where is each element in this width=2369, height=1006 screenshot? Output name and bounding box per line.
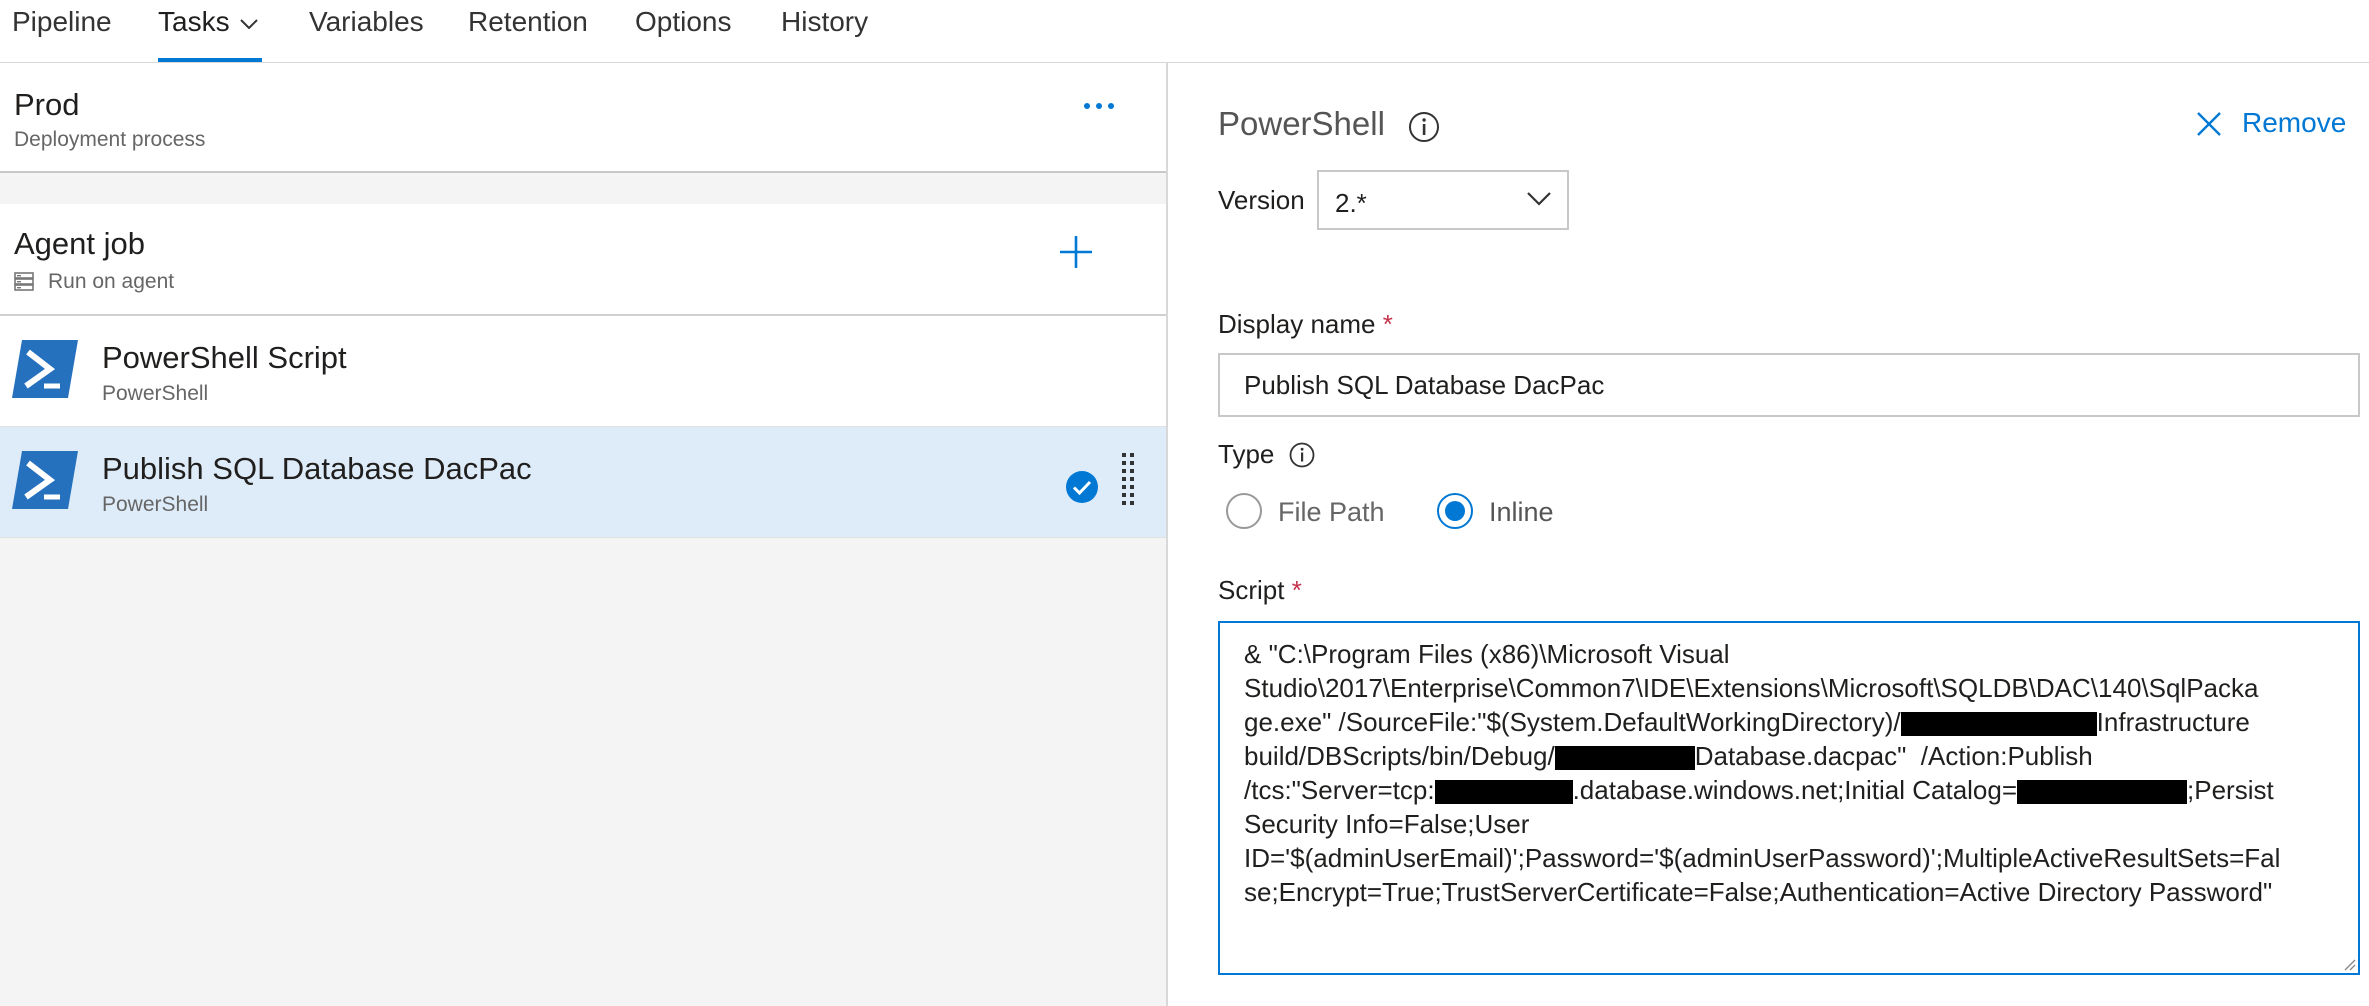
script-line: Security Info=False;User bbox=[1244, 809, 1530, 839]
chevron-down-icon bbox=[1527, 192, 1551, 206]
script-line: build/DBScripts/bin/Debug/ bbox=[1244, 741, 1555, 771]
tab-label: History bbox=[781, 6, 869, 37]
more-actions-icon[interactable] bbox=[1082, 91, 1116, 121]
script-line: Infrastructure bbox=[2096, 707, 2250, 737]
add-task-icon[interactable] bbox=[1058, 234, 1094, 270]
task-title: PowerShell Script bbox=[102, 340, 347, 375]
powershell-icon bbox=[12, 451, 78, 509]
remove-label: Remove bbox=[2242, 107, 2347, 138]
resize-handle-icon[interactable] bbox=[2342, 957, 2356, 971]
script-line: ge.exe" /SourceFile:"$(System.DefaultWor… bbox=[1244, 707, 1901, 737]
version-select[interactable]: 2.* bbox=[1317, 170, 1569, 230]
tab-label: Variables bbox=[309, 6, 424, 37]
server-icon bbox=[14, 272, 34, 291]
checkmark-icon[interactable] bbox=[1066, 471, 1098, 503]
job-subtitle: Run on agent bbox=[48, 270, 175, 293]
tab-pipeline[interactable]: Pipeline bbox=[12, 0, 112, 62]
redacted-block bbox=[1434, 780, 1573, 805]
drag-handle-icon[interactable] bbox=[1120, 453, 1136, 509]
radio-label: Inline bbox=[1489, 497, 1554, 527]
display-name-label: Display name * bbox=[1218, 309, 1393, 340]
chevron-down-icon bbox=[239, 0, 258, 42]
required-marker: * bbox=[1291, 575, 1302, 605]
tab-variables[interactable]: Variables bbox=[309, 0, 424, 62]
radio-dot bbox=[1445, 501, 1465, 521]
tab-label: Retention bbox=[468, 6, 588, 37]
redacted-block bbox=[2017, 780, 2188, 805]
stage-subtitle: Deployment process bbox=[14, 128, 206, 151]
redacted-block bbox=[1900, 712, 2097, 737]
task-subtitle: PowerShell bbox=[102, 382, 209, 405]
script-line: .database.windows.net;Initial Catalog= bbox=[1572, 775, 2018, 805]
script-line: & "C:\Program Files (x86)\Microsoft Visu… bbox=[1244, 639, 1730, 669]
radio-circle bbox=[1226, 493, 1262, 529]
job-title: Agent job bbox=[14, 226, 145, 261]
tab-label: Options bbox=[635, 6, 732, 37]
tab-tasks[interactable]: Tasks bbox=[158, 0, 262, 62]
required-marker: * bbox=[1382, 309, 1393, 339]
script-line: Database.dacpac" /Action:Publish bbox=[1694, 741, 2093, 771]
tab-label: Pipeline bbox=[12, 6, 112, 37]
version-label: Version bbox=[1218, 185, 1305, 215]
agent-job[interactable]: Agent job Run on agent bbox=[0, 204, 1166, 316]
top-nav: Pipeline Tasks Variables Retention Optio… bbox=[0, 0, 2369, 63]
radio-label: File Path bbox=[1278, 497, 1385, 527]
script-line: Studio\2017\Enterprise\Common7\IDE\Exten… bbox=[1244, 673, 2259, 703]
tab-label: Tasks bbox=[158, 6, 230, 37]
script-line: ;Persist bbox=[2187, 775, 2274, 805]
script-label-text: Script bbox=[1218, 575, 1285, 605]
tab-options[interactable]: Options bbox=[635, 0, 732, 62]
task-row[interactable]: PowerShell Script PowerShell bbox=[0, 316, 1166, 427]
task-list-pane: Prod Deployment process Agent job Run on… bbox=[0, 63, 1168, 1006]
script-content: & "C:\Program Files (x86)\Microsoft Visu… bbox=[1244, 637, 2338, 909]
display-name-label-text: Display name bbox=[1218, 309, 1376, 339]
info-icon[interactable] bbox=[1408, 111, 1440, 143]
info-icon[interactable] bbox=[1289, 442, 1315, 468]
script-label: Script * bbox=[1218, 575, 1302, 606]
script-textarea[interactable]: & "C:\Program Files (x86)\Microsoft Visu… bbox=[1218, 621, 2360, 975]
version-value: 2.* bbox=[1335, 188, 1367, 218]
script-line: /tcs:"Server=tcp: bbox=[1244, 775, 1435, 805]
tab-history[interactable]: History bbox=[781, 0, 868, 62]
tab-retention[interactable]: Retention bbox=[468, 0, 588, 62]
active-tab-indicator bbox=[158, 58, 262, 62]
task-details-pane: PowerShell Remove Version 2.* Display na… bbox=[1168, 63, 2369, 1006]
powershell-icon bbox=[12, 340, 78, 398]
script-line: se;Encrypt=True;TrustServerCertificate=F… bbox=[1244, 877, 2273, 907]
task-subtitle: PowerShell bbox=[102, 493, 209, 516]
stage-header[interactable]: Prod Deployment process bbox=[0, 63, 1166, 173]
radio-circle bbox=[1437, 493, 1473, 529]
display-name-input[interactable] bbox=[1218, 353, 2360, 417]
task-type-title: PowerShell bbox=[1218, 105, 1385, 142]
type-label: Type bbox=[1218, 439, 1275, 469]
task-title: Publish SQL Database DacPac bbox=[102, 451, 532, 486]
close-icon bbox=[2197, 112, 2221, 136]
stage-title: Prod bbox=[14, 87, 80, 122]
redacted-block bbox=[1554, 746, 1695, 771]
task-row-selected[interactable]: Publish SQL Database DacPac PowerShell bbox=[0, 427, 1166, 538]
script-line: ID='$(adminUserEmail)';Password='$(admin… bbox=[1244, 843, 2281, 873]
